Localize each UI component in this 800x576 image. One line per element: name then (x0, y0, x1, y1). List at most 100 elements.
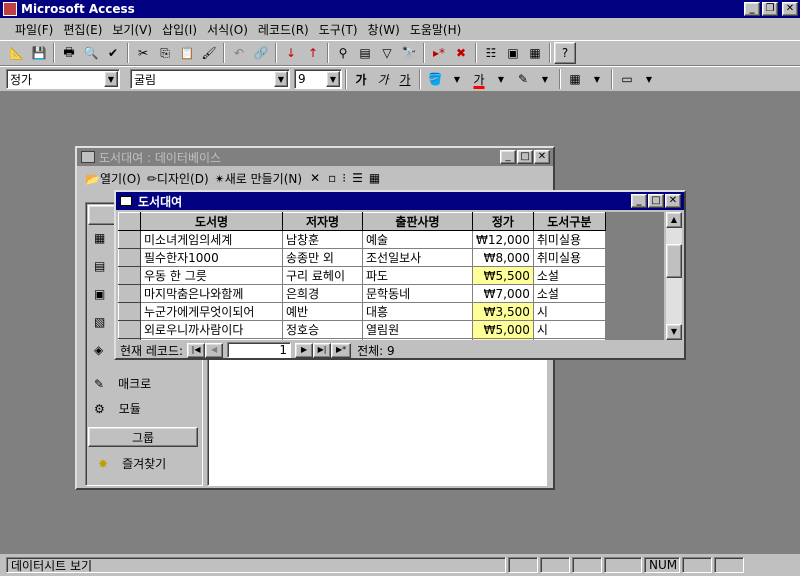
table-cell[interactable]: 조선일보사 (362, 248, 473, 267)
close-button[interactable]: ✕ (534, 150, 550, 164)
save-icon[interactable]: 💾 (28, 42, 50, 64)
chevron-down-icon[interactable]: ▼ (274, 71, 288, 87)
chevron-down-icon[interactable]: ▼ (104, 71, 118, 87)
font-size-combo[interactable]: 9 ▼ (294, 69, 342, 89)
scroll-up-icon[interactable]: ▲ (666, 212, 682, 228)
vertical-scrollbar[interactable]: ▲ ▼ (666, 212, 682, 340)
row-selector[interactable] (118, 302, 141, 321)
hyperlink-icon[interactable]: 🔗 (250, 42, 272, 64)
menu-window[interactable]: 창(W) (363, 21, 405, 38)
format-painter-icon[interactable]: 🖌 (198, 42, 220, 64)
table-cell[interactable]: 은희경 (282, 284, 363, 303)
row-selector[interactable] (118, 230, 141, 249)
open-button[interactable]: 📂열기(O) (85, 170, 141, 187)
sidebar-item-macros[interactable]: ✎ 매크로 (94, 375, 151, 392)
font-color-icon[interactable]: 가 (468, 68, 490, 90)
column-header[interactable]: 도서구분 (532, 212, 606, 231)
table-cell[interactable]: 시 (533, 320, 606, 339)
menu-records[interactable]: 레코드(R) (253, 21, 314, 38)
restore-button[interactable]: ❐ (762, 2, 778, 16)
select-all-corner[interactable] (118, 212, 141, 231)
row-selector[interactable] (118, 338, 141, 340)
close-button[interactable]: ✕ (665, 194, 681, 208)
menu-insert[interactable]: 삽입(I) (157, 21, 202, 38)
properties-icon[interactable]: ☷ (480, 42, 502, 64)
table-cell[interactable]: 필수한자1000 (140, 248, 283, 267)
column-header[interactable]: 출판사명 (362, 212, 473, 231)
table-cell[interactable]: 누군가에게무엇이되어 (140, 302, 283, 321)
help-icon[interactable]: ? (554, 42, 576, 64)
table-cell[interactable]: ₩3,500 (472, 302, 534, 321)
spelling-icon[interactable]: ✔ (102, 42, 124, 64)
filter-by-selection-icon[interactable]: ⚲ (332, 42, 354, 64)
table-cell[interactable]: ₩8,000 (472, 248, 534, 267)
table-cell[interactable]: 양피지 (362, 338, 473, 340)
apply-filter-icon[interactable]: ▽ (376, 42, 398, 64)
menu-help[interactable]: 도움말(H) (405, 21, 467, 38)
menu-edit[interactable]: 편집(E) (58, 21, 107, 38)
copy-icon[interactable]: ⎘ (154, 42, 176, 64)
close-button[interactable]: ✕ (782, 2, 798, 16)
scroll-down-icon[interactable]: ▼ (666, 324, 682, 340)
scroll-thumb[interactable] (666, 244, 682, 278)
table-cell[interactable]: 미소녀게임의세계 (140, 230, 283, 249)
chevron-down-icon[interactable]: ▼ (446, 68, 468, 90)
delete-record-icon[interactable]: ✖ (450, 42, 472, 64)
chevron-down-icon[interactable]: ▼ (586, 68, 608, 90)
table-cell[interactable]: 예술 (362, 230, 473, 249)
chevron-down-icon[interactable]: ▼ (326, 71, 340, 87)
table-cell[interactable]: ₩5,000 (472, 320, 534, 339)
table-cell[interactable]: 예반 (282, 302, 363, 321)
last-record-icon[interactable]: ▶| (313, 342, 332, 358)
chevron-down-icon[interactable]: ▼ (638, 68, 660, 90)
column-header[interactable]: 저자명 (282, 212, 363, 231)
menu-tools[interactable]: 도구(T) (314, 21, 363, 38)
column-header[interactable]: 정가 (472, 212, 534, 231)
italic-button[interactable]: 가 (372, 68, 394, 90)
bold-button[interactable]: 가 (350, 68, 372, 90)
table-cell[interactable]: 구리 료헤이 (282, 266, 363, 285)
sidebar-item-modules[interactable]: ⚙ 모듈 (94, 400, 141, 417)
font-combo[interactable]: 굴림 ▼ (130, 69, 290, 89)
record-number-field[interactable]: 1 (227, 342, 292, 358)
find-icon[interactable]: 🔭 (398, 42, 420, 64)
maximize-button[interactable]: □ (648, 194, 664, 208)
table-cell[interactable]: ₩7,000 (472, 284, 534, 303)
table-cell[interactable]: 우동 한 그릇 (140, 266, 283, 285)
small-icons-icon[interactable]: ⁝ (342, 171, 346, 185)
maximize-button[interactable]: □ (517, 150, 533, 164)
table-cell[interactable]: 소설 (533, 266, 606, 285)
print-icon[interactable]: 🖶 (58, 42, 80, 64)
table-cell[interactable]: 마지막춤은나와함께 (140, 284, 283, 303)
first-record-icon[interactable]: |◀ (187, 342, 206, 358)
fill-color-icon[interactable]: 🪣 (424, 68, 446, 90)
minimize-button[interactable]: _ (744, 2, 760, 16)
table-cell[interactable]: ₩12,000 (472, 230, 534, 249)
menu-file[interactable]: 파일(F) (10, 21, 58, 38)
underline-button[interactable]: 가 (394, 68, 416, 90)
cut-icon[interactable]: ✂ (132, 42, 154, 64)
row-selector[interactable] (118, 320, 141, 339)
table-cell[interactable]: ₩5,000 (472, 338, 534, 340)
table-cell[interactable]: ₩5,500 (472, 266, 534, 285)
sort-descending-icon[interactable]: ↑ (302, 42, 324, 64)
new-object-icon[interactable]: ▦ (524, 42, 546, 64)
table-cell[interactable]: 취미실용 (533, 248, 606, 267)
paste-icon[interactable]: 📋 (176, 42, 198, 64)
table-cell[interactable]: 외로우니까사람이다 (140, 320, 283, 339)
table-cell[interactable]: 시 (533, 338, 606, 340)
database-window-icon[interactable]: ▣ (502, 42, 524, 64)
table-cell[interactable]: 소설 (533, 284, 606, 303)
list-icon[interactable]: ☰ (352, 171, 363, 185)
new-record-nav-icon[interactable]: ▶* (331, 342, 352, 358)
chevron-down-icon[interactable]: ▼ (534, 68, 556, 90)
new-button[interactable]: ✴새로 만들기(N) (215, 170, 302, 187)
undo-icon[interactable]: ↶ (228, 42, 250, 64)
table-cell[interactable]: 파도 (362, 266, 473, 285)
row-selector[interactable] (118, 248, 141, 267)
object-combo[interactable]: 정가 ▼ (6, 69, 120, 89)
view-icon[interactable]: 📐 (6, 42, 28, 64)
design-button[interactable]: ✏디자인(D) (147, 170, 209, 187)
forms-icon[interactable]: ▣ (94, 287, 105, 301)
details-icon[interactable]: ▦ (369, 171, 380, 185)
